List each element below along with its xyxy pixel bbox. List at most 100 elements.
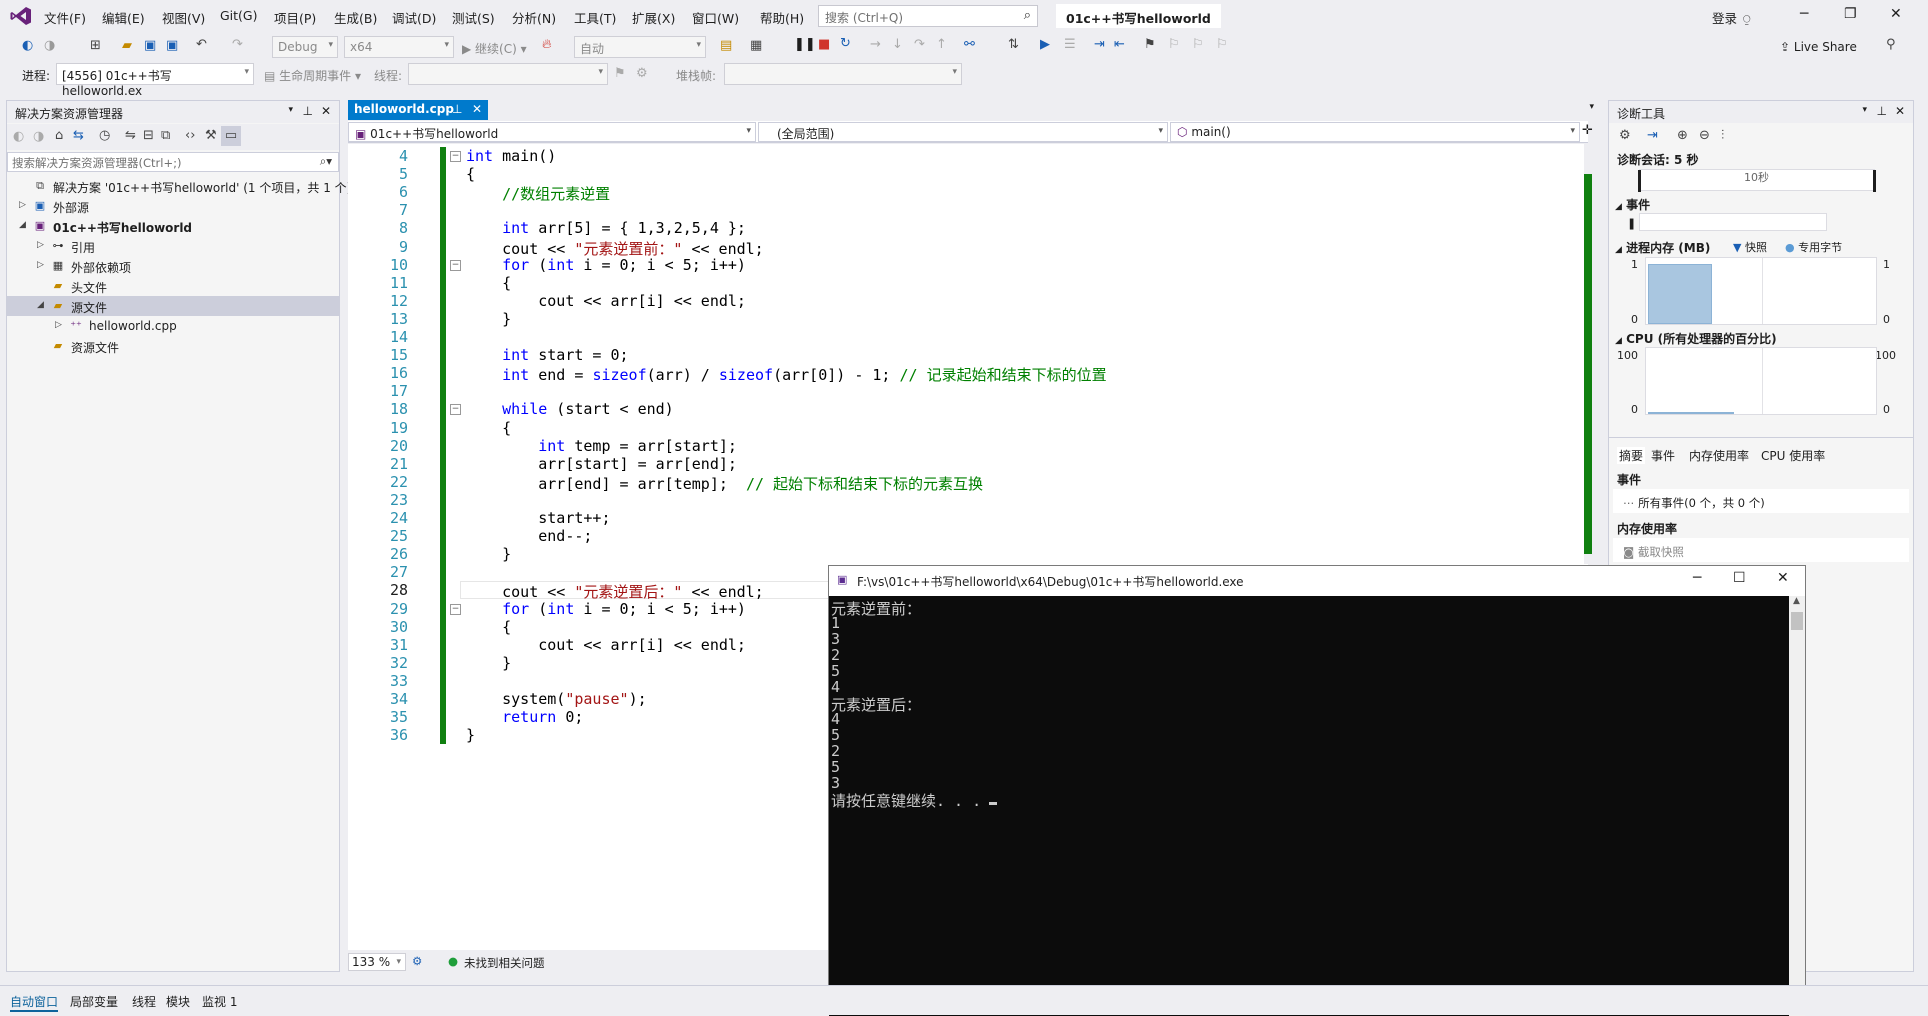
sync-icon[interactable]: ⇋ [125, 128, 136, 143]
scroll-up-icon[interactable]: ▲ [1793, 596, 1800, 606]
new-item-icon[interactable]: ⊞ [90, 38, 101, 53]
restart-icon[interactable]: ↻ [840, 36, 851, 51]
outdent-icon[interactable]: ⇤ [1114, 37, 1125, 52]
reset-zoom-icon[interactable]: ⫶ [1721, 128, 1724, 143]
tab-helloworld-cpp[interactable]: helloworld.cpp ⊥ ✕ [348, 100, 488, 120]
prev-bookmark-icon[interactable]: ⚐ [1168, 37, 1180, 52]
code-line[interactable]: cout << arr[i] << endl; [466, 636, 746, 654]
feedback-icon[interactable]: ⚲ [1886, 37, 1896, 52]
home-icon[interactable]: ⌂ [55, 128, 63, 143]
undo-icon[interactable]: ↶ [196, 37, 207, 52]
issues-status[interactable]: 未找到相关问题 [464, 955, 545, 971]
pause-icon[interactable]: ❚❚ [794, 37, 816, 52]
all-events-item[interactable]: ⋯ 所有事件(0 个，共 0 个) [1623, 495, 1765, 511]
menu-item-7[interactable]: 测试(S) [452, 8, 495, 27]
tree-item[interactable]: ▷ ⊶ 引用 [7, 236, 339, 256]
thread-dropdown[interactable]: ▾ [408, 63, 608, 85]
tree-item[interactable]: ▰ 头文件 [7, 276, 339, 296]
breakpoints-icon[interactable]: ⇅ [1008, 37, 1019, 52]
diag-tab-3[interactable]: CPU 使用率 [1761, 447, 1825, 464]
console-scrollbar[interactable]: ▲ [1789, 596, 1805, 1016]
pin-icon[interactable]: ⊥ [303, 104, 313, 118]
code-line[interactable]: int temp = arr[start]; [466, 437, 737, 455]
comment-icon[interactable]: ☰ [1064, 37, 1076, 52]
code-line[interactable]: { [466, 618, 511, 636]
solution-search-input[interactable]: 搜索解决方案资源管理器(Ctrl+;) ⌕▾ [7, 152, 339, 172]
collapsed-arrow-icon[interactable]: ▷ [19, 200, 26, 210]
code-line[interactable]: end--; [466, 527, 592, 545]
tree-item[interactable]: ◢ ▣ 01c++书写helloworld [7, 216, 339, 236]
collapse-region-icon[interactable]: − [450, 603, 461, 615]
live-share-button[interactable]: ⇪ Live Share [1780, 40, 1857, 54]
project-dropdown[interactable]: ▣ 01c++书写helloworld ▾ [348, 122, 756, 142]
menu-item-5[interactable]: 生成(B) [334, 8, 377, 27]
pending-changes-icon[interactable]: ◷ [99, 128, 110, 143]
pin-icon[interactable]: ⊥ [1877, 104, 1887, 118]
take-snapshot-button[interactable]: ◙ 截取快照 [1623, 544, 1684, 560]
login-link[interactable]: 登录 ⍜ [1712, 8, 1751, 27]
code-line[interactable]: } [466, 654, 511, 672]
visual-studio-logo-icon[interactable] [10, 6, 32, 26]
menu-item-12[interactable]: 帮助(H) [760, 8, 804, 27]
code-line[interactable]: } [466, 726, 475, 744]
tree-item[interactable]: ▰ 资源文件 [7, 336, 339, 356]
preview-icon[interactable]: ▭ [221, 126, 241, 146]
chevron-down-icon[interactable]: ▾ [288, 105, 293, 115]
memory-graph[interactable] [1645, 257, 1877, 325]
menu-item-10[interactable]: 扩展(X) [632, 8, 675, 27]
chevron-down-icon[interactable]: ▾ [1589, 102, 1594, 112]
code-line[interactable]: { [466, 165, 475, 183]
collapsed-arrow-icon[interactable]: ▷ [37, 260, 44, 270]
save-all-icon[interactable]: ▣ [166, 38, 178, 53]
back-icon[interactable]: ◐ [13, 129, 24, 144]
menu-item-3[interactable]: Git(G) [220, 8, 258, 23]
show-all-files-icon[interactable]: ⧉ [161, 128, 170, 143]
layout-icon[interactable]: ▦ [750, 38, 762, 53]
member-dropdown[interactable]: ⬡ main() ▾ [1170, 122, 1580, 142]
code-line[interactable]: for (int i = 0; i < 5; i++) [466, 600, 746, 618]
tree-item[interactable]: ⧉ 解决方案 '01c++书写helloworld' (1 个项目，共 1 个) [7, 176, 351, 196]
step-icon[interactable]: ▶ [1040, 37, 1050, 52]
close-button[interactable]: ✕ [1890, 6, 1902, 22]
menu-item-8[interactable]: 分析(N) [512, 8, 556, 27]
menu-item-1[interactable]: 编辑(E) [102, 8, 145, 27]
collapsed-arrow-icon[interactable]: ▷ [55, 320, 62, 330]
menu-item-4[interactable]: 项目(P) [274, 8, 316, 27]
close-tab-icon[interactable]: ✕ [472, 102, 482, 116]
collapse-all-icon[interactable]: ⊟ [143, 128, 154, 143]
zoom-dropdown[interactable]: 133 % ▾ [348, 953, 406, 971]
code-line[interactable]: arr[start] = arr[end]; [466, 455, 737, 473]
code-line[interactable]: } [466, 545, 511, 563]
bottom-tab-1[interactable]: 局部变量 [70, 993, 118, 1010]
code-view-icon[interactable]: ‹› [185, 128, 195, 143]
forward-icon[interactable]: ◑ [33, 129, 44, 144]
collapsed-arrow-icon[interactable]: ▷ [37, 240, 44, 250]
process-dropdown[interactable]: [4556] 01c++书写helloworld.ex ▾ [56, 63, 254, 98]
console-title-bar[interactable]: ▣ F:\vs\01c++书写helloworld\x64\Debug\01c+… [829, 566, 1805, 596]
close-icon[interactable]: ✕ [321, 104, 331, 118]
cpu-graph[interactable] [1645, 347, 1877, 415]
chevron-down-icon[interactable]: ▾ [1862, 105, 1867, 115]
settings-icon[interactable]: ⚙ [1619, 128, 1631, 143]
diag-tab-0[interactable]: 摘要 [1617, 447, 1646, 464]
stackframe-dropdown[interactable]: ▾ [724, 63, 962, 85]
console-close-button[interactable]: ✕ [1777, 570, 1789, 586]
bottom-tab-2[interactable]: 线程 [132, 993, 156, 1010]
browse-icon[interactable]: ▤ [720, 38, 732, 53]
switch-views-icon[interactable]: ⇆ [73, 128, 84, 143]
open-folder-icon[interactable]: ▰ [122, 38, 132, 53]
show-next-statement-icon[interactable]: → [870, 37, 881, 52]
next-bookmark-icon[interactable]: ⚐ [1192, 37, 1204, 52]
back-icon[interactable]: ◐ [22, 38, 33, 53]
indent-icon[interactable]: ⇥ [1094, 37, 1105, 52]
filter-icon[interactable]: ⚙ [636, 66, 648, 81]
collapse-region-icon[interactable]: − [450, 404, 461, 416]
code-line[interactable]: arr[end] = arr[temp]; // 起始下标和结束下标的元素互换 [466, 473, 983, 494]
code-line[interactable]: int main() [466, 147, 556, 165]
platform-dropdown[interactable]: x64 ▾ [344, 36, 454, 58]
expanded-arrow-icon[interactable]: ◢ [37, 300, 44, 310]
collapse-region-icon[interactable]: − [450, 151, 461, 162]
menu-item-0[interactable]: 文件(F) [44, 8, 86, 27]
zoom-out-icon[interactable]: ⊖ [1699, 128, 1710, 143]
console-minimize-button[interactable]: ─ [1693, 570, 1701, 586]
